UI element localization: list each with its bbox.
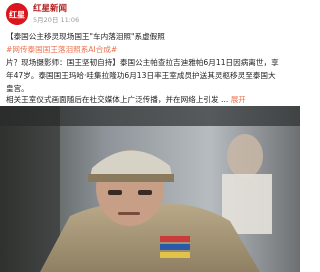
post-timestamp: 5月20日 11:06 bbox=[33, 16, 80, 24]
expand-link[interactable]: 展开 bbox=[231, 95, 246, 104]
post-line-1: 【泰国公主移灵现场国王"车内落泪照"系虚假照 bbox=[6, 30, 296, 43]
post-line-3: 片？现场摄影师：国王坚韧自持】泰国公主帕查拉吉迪雅帕6月11日因病离世，享 bbox=[6, 56, 296, 69]
post-secondary-line: 相关王室仪式画面随后在社交媒体上广泛传播，并在网络上引发 ... 展开 bbox=[6, 94, 296, 105]
account-name[interactable]: 红星新闻 bbox=[33, 2, 67, 14]
post-line-1-text: 【泰国公主移灵现场国王"车内落泪照"系虚假照 bbox=[6, 32, 165, 41]
post-line-4-text: 年47岁。泰国国王玛哈·哇集拉隆功6月13日率王室成员护送其灵柩移灵至泰国大 bbox=[6, 71, 276, 80]
news-photo-icon bbox=[0, 106, 300, 272]
post-line-4: 年47岁。泰国国王玛哈·哇集拉隆功6月13日率王室成员护送其灵柩移灵至泰国大 bbox=[6, 69, 296, 82]
post-photo[interactable] bbox=[0, 106, 300, 272]
post-secondary-text: 相关王室仪式画面随后在社交媒体上广泛传播，并在网络上引发 ... bbox=[6, 95, 229, 104]
svg-text:红星: 红星 bbox=[9, 10, 25, 20]
hashtag-link[interactable]: #网传泰国国王落泪照系AI合成# bbox=[6, 45, 117, 54]
post-body: 【泰国公主移灵现场国王"车内落泪照"系虚假照 #网传泰国国王落泪照系AI合成# … bbox=[6, 30, 296, 95]
post-header: 红星 红星新闻 5月20日 11:06 bbox=[0, 0, 300, 26]
post-line-2: #网传泰国国王落泪照系AI合成# bbox=[6, 43, 296, 56]
post-line-5-text: 皇宫。 bbox=[6, 84, 29, 93]
red-star-logo-icon: 红星 bbox=[6, 3, 28, 25]
post-line-3-text: 片？现场摄影师：国王坚韧自持】泰国公主帕查拉吉迪雅帕6月11日因病离世，享 bbox=[6, 58, 279, 67]
account-avatar[interactable]: 红星 bbox=[6, 3, 28, 25]
